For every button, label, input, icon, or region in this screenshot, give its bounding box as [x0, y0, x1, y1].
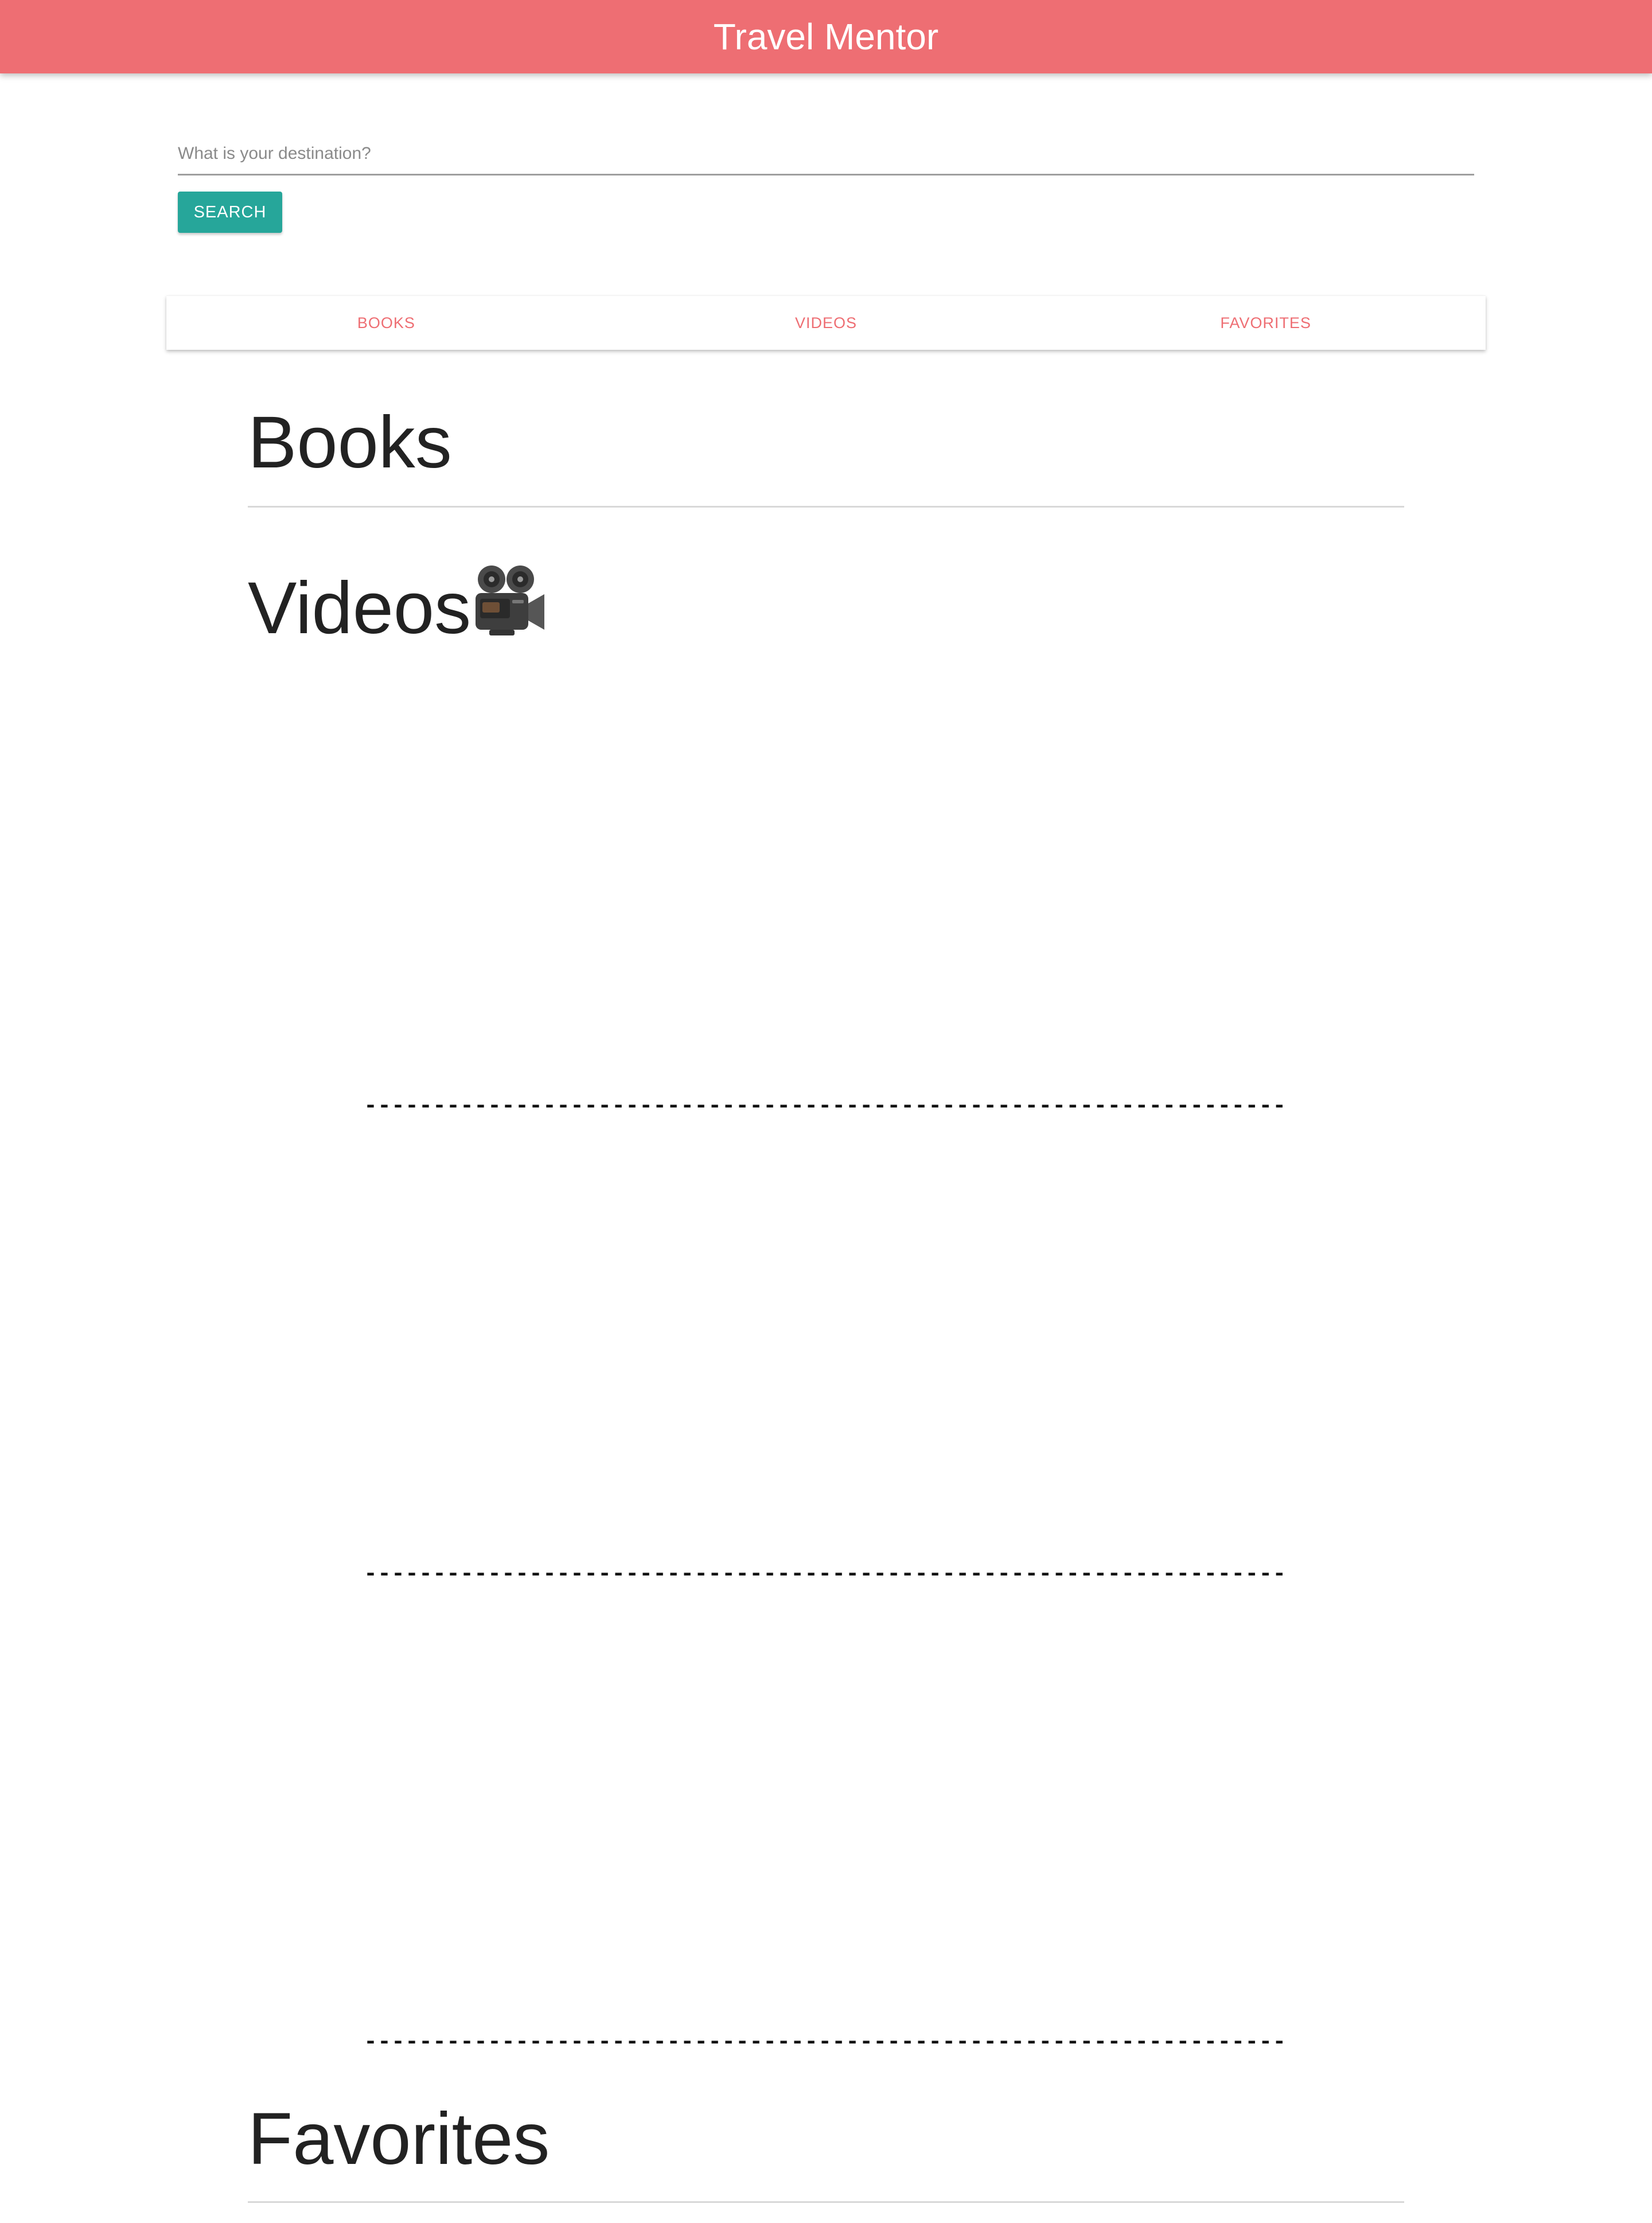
brand-logo-text[interactable]: Travel Mentor [714, 15, 938, 58]
navbar: Travel Mentor [0, 0, 1652, 73]
search-button[interactable]: SEARCH [178, 192, 282, 233]
movie-camera-icon [476, 566, 545, 635]
videos-heading-text: Videos [248, 567, 472, 649]
favorites-heading: Favorites [248, 2098, 550, 2180]
section-tabs: BOOKS VIDEOS FAVORITES [166, 296, 1486, 350]
video-separator: ----------------------------------------… [364, 1095, 1288, 1118]
search-field [178, 133, 1474, 176]
tab-books[interactable]: BOOKS [166, 296, 606, 350]
videos-heading: Videos [248, 563, 547, 645]
destination-search-input[interactable] [178, 133, 1474, 176]
tab-favorites[interactable]: FAVORITES [1046, 296, 1486, 350]
books-divider [248, 506, 1404, 508]
favorites-divider [248, 2201, 1404, 2203]
tab-videos[interactable]: VIDEOS [606, 296, 1046, 350]
video-separator: ----------------------------------------… [364, 1563, 1288, 1586]
books-heading: Books [248, 401, 452, 483]
video-separator: ----------------------------------------… [364, 2031, 1288, 2054]
